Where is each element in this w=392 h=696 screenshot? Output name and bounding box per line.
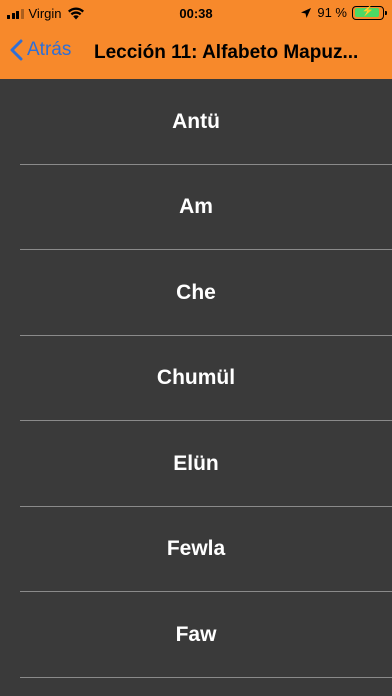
chevron-left-icon — [10, 39, 23, 61]
navigation-bar: Atrás Lección 11: Alfabeto Mapuz... — [0, 26, 392, 79]
list-item[interactable]: Fewla — [0, 507, 392, 593]
list-item[interactable]: Elün — [0, 421, 392, 507]
charging-bolt-icon: ⚡ — [361, 5, 375, 17]
list-item-label: Am — [179, 195, 213, 219]
list-item-label: Fewla — [166, 537, 226, 561]
location-arrow-icon — [301, 7, 312, 18]
list-item-label: Chumül — [156, 366, 236, 390]
page-title: Lección 11: Alfabeto Mapuz... — [94, 42, 359, 63]
back-button-label: Atrás — [27, 39, 72, 60]
battery-icon: ⚡ — [352, 5, 387, 20]
status-right: 91 % ⚡ — [300, 5, 387, 20]
list-item[interactable]: Antü — [0, 79, 392, 165]
list-item-label: Elün — [173, 451, 219, 475]
list-item-label: Che — [176, 280, 216, 304]
word-list: Antü Am Che Chumül Elün Fewla Faw — [0, 79, 392, 696]
battery-percent: 91 % — [317, 5, 347, 20]
list-item[interactable]: Faw — [0, 592, 392, 678]
list-item[interactable]: Am — [0, 165, 392, 251]
status-bar: Virgin 00:38 91 % ⚡ — [0, 0, 392, 26]
header: Virgin 00:38 91 % ⚡ Atrás Lección 11: Al… — [0, 0, 392, 79]
list-item-label: Faw — [175, 622, 217, 646]
back-button[interactable]: Atrás — [10, 39, 71, 61]
list-item[interactable]: Chumül — [0, 336, 392, 422]
list-item[interactable]: Che — [0, 250, 392, 336]
list-item-label: Antü — [172, 109, 220, 133]
